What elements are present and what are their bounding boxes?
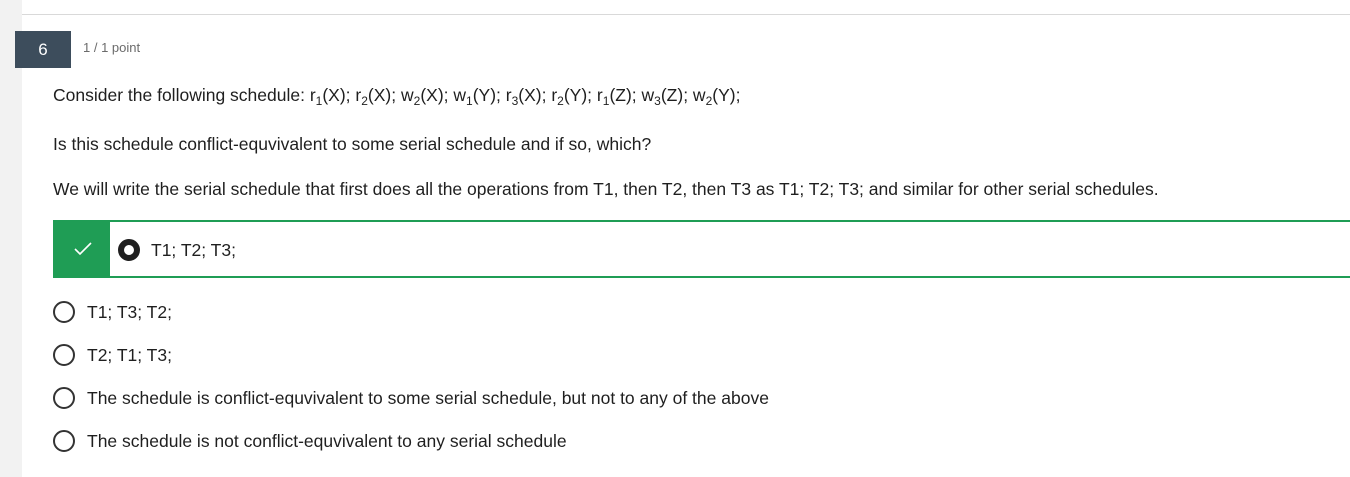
schedule-op: r2(X); bbox=[355, 85, 401, 108]
correct-indicator bbox=[55, 222, 110, 276]
question-number-badge: 6 bbox=[15, 31, 71, 68]
radio-option-4[interactable] bbox=[53, 387, 75, 409]
schedule-prefix: Consider the following schedule: bbox=[53, 85, 310, 105]
schedule-op: r1(Z); bbox=[596, 85, 642, 108]
schedule-op: w2(X); bbox=[400, 85, 454, 108]
option-label-1: T1; T2; T3; bbox=[151, 240, 236, 260]
question-note: We will write the serial schedule that f… bbox=[53, 179, 1159, 199]
option-1-selected[interactable]: T1; T2; T3; bbox=[53, 220, 1350, 278]
question-prompt: Is this schedule conflict-equvivalent to… bbox=[53, 134, 652, 154]
option-label-2: T1; T3; T2; bbox=[87, 302, 172, 322]
radio-option-2[interactable] bbox=[53, 301, 75, 323]
schedule-ops: r1(X); r2(X); w2(X); w1(Y); r3(X); r2(Y)… bbox=[309, 85, 741, 108]
schedule-op: w2(Y); bbox=[692, 85, 741, 108]
option-label-3: T2; T1; T3; bbox=[87, 345, 172, 365]
schedule-op: r3(X); bbox=[505, 85, 552, 108]
schedule-op: w3(Z); bbox=[641, 85, 693, 108]
schedule-op: r2(Y); bbox=[551, 85, 597, 108]
option-label-5: The schedule is not conflict-equvivalent… bbox=[87, 431, 567, 451]
radio-option-1[interactable] bbox=[118, 239, 140, 261]
radio-option-3[interactable] bbox=[53, 344, 75, 366]
points-label: 1 / 1 point bbox=[83, 40, 141, 55]
divider bbox=[22, 14, 1350, 15]
schedule-op: r1(X); bbox=[309, 85, 356, 108]
schedule-text: Consider the following schedule: r1(X); … bbox=[53, 85, 741, 108]
check-icon bbox=[73, 242, 92, 256]
schedule-op: w1(Y); bbox=[453, 85, 506, 108]
option-label-4: The schedule is conflict-equvivalent to … bbox=[87, 388, 769, 408]
radio-option-5[interactable] bbox=[53, 430, 75, 452]
